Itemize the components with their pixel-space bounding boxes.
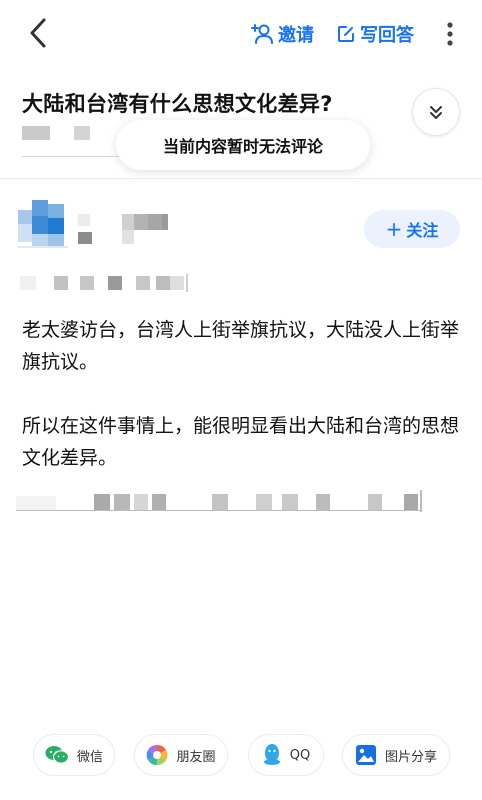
share-moments-button[interactable]: 朋友圈 bbox=[134, 734, 228, 776]
answer-paragraph: 老太婆访台，台湾人上街举旗抗议，大陆没人上街举旗抗议。 bbox=[22, 319, 460, 373]
share-wechat-button[interactable]: 微信 bbox=[33, 734, 115, 776]
author-name-redacted bbox=[78, 214, 178, 246]
answer-footer-redacted bbox=[16, 490, 422, 512]
top-bar: 邀请 写回答 bbox=[0, 0, 482, 70]
expand-question-button[interactable] bbox=[412, 88, 460, 136]
divider bbox=[0, 178, 482, 179]
share-label: QQ bbox=[289, 747, 311, 763]
invite-button[interactable]: 邀请 bbox=[250, 21, 314, 47]
author-info-redacted bbox=[20, 274, 190, 292]
plus-icon: + bbox=[385, 217, 403, 241]
write-answer-button[interactable]: 写回答 bbox=[336, 21, 414, 47]
moments-icon bbox=[146, 744, 168, 766]
wechat-icon bbox=[45, 744, 69, 766]
add-person-icon bbox=[251, 24, 273, 44]
share-label: 图片分享 bbox=[384, 749, 437, 765]
back-arrow-icon bbox=[30, 18, 46, 48]
author-avatar-redacted[interactable] bbox=[18, 200, 68, 260]
edit-icon bbox=[338, 26, 354, 42]
more-vertical-icon bbox=[447, 22, 453, 46]
question-meta-redacted bbox=[22, 126, 90, 140]
share-qq-button[interactable]: QQ bbox=[248, 734, 324, 776]
toast-message: 当前内容暂时无法评论 bbox=[116, 120, 370, 170]
answer-paragraph: 所以在这件事情上，能很明显看出大陆和台湾的思想文化差异。 bbox=[22, 415, 460, 469]
more-options-button[interactable] bbox=[444, 20, 456, 48]
follow-button[interactable]: + 关注 bbox=[364, 210, 460, 248]
double-chevron-down-icon bbox=[430, 106, 442, 119]
invite-label: 邀请 bbox=[278, 25, 314, 46]
write-answer-label: 写回答 bbox=[360, 25, 414, 46]
question-title[interactable]: 大陆和台湾有什么思想文化差异? bbox=[22, 88, 412, 118]
follow-label: 关注 bbox=[406, 221, 439, 240]
share-label: 朋友圈 bbox=[176, 749, 216, 765]
avatar-mosaic-icon bbox=[18, 200, 68, 248]
back-button[interactable] bbox=[24, 16, 54, 50]
share-image-button[interactable]: 图片分享 bbox=[342, 734, 450, 776]
image-share-icon bbox=[355, 744, 377, 766]
qq-icon bbox=[262, 743, 282, 767]
share-label: 微信 bbox=[76, 749, 103, 765]
